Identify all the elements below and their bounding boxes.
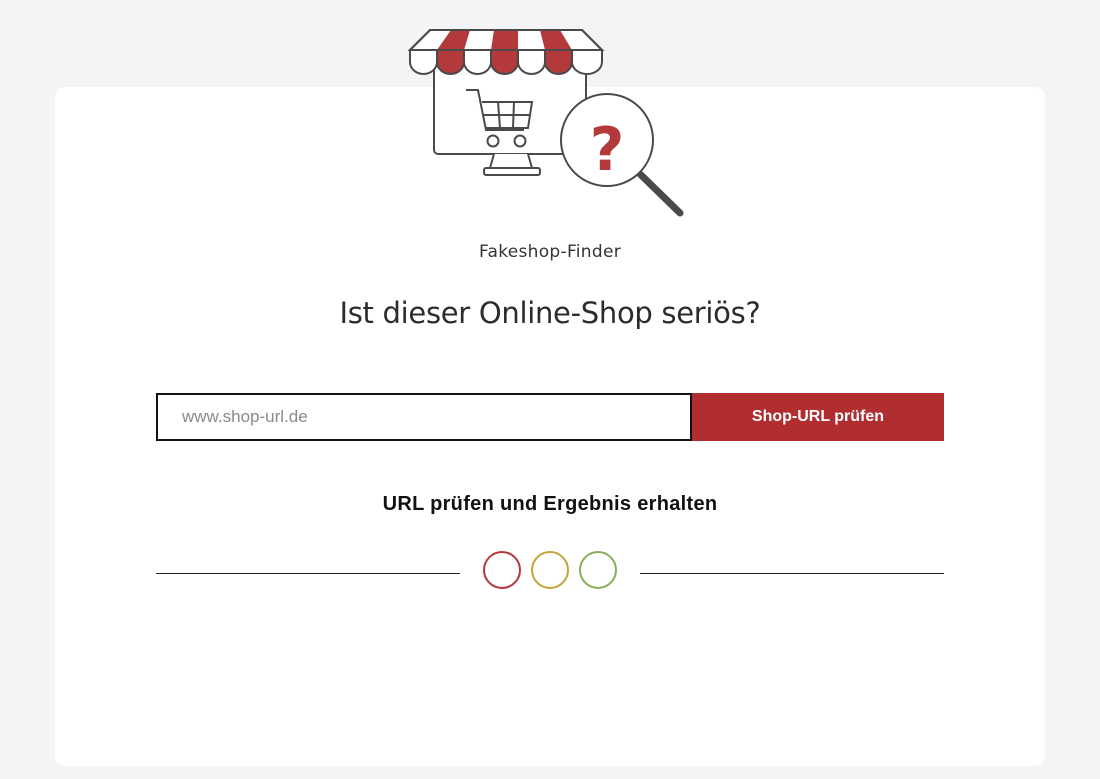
- brand-name: Fakeshop-Finder: [478, 242, 622, 262]
- red-indicator-circle: [483, 551, 521, 589]
- shop-url-input[interactable]: [156, 393, 692, 441]
- check-url-button[interactable]: Shop-URL prüfen: [692, 393, 944, 441]
- divider-right: [640, 573, 944, 574]
- green-indicator-circle: [579, 551, 617, 589]
- url-check-form: Shop-URL prüfen: [156, 393, 944, 441]
- divider-left: [156, 573, 460, 574]
- shop-magnifier-question-icon: ?: [407, 29, 684, 217]
- result-heading: URL prüfen und Ergebnis erhalten: [382, 493, 718, 515]
- yellow-indicator-circle: [531, 551, 569, 589]
- svg-text:?: ?: [590, 115, 625, 185]
- page-title: Ist dieser Online-Shop seriös?: [339, 296, 761, 330]
- traffic-light-indicators: [481, 550, 621, 592]
